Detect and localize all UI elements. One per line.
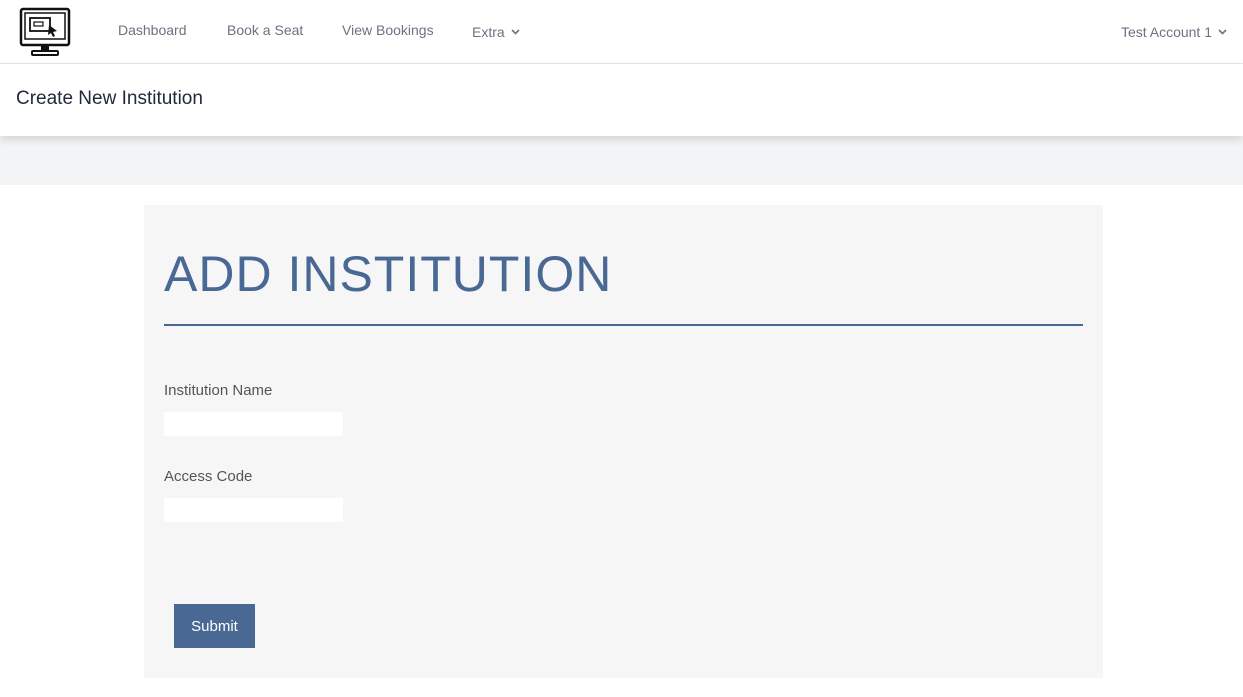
title-divider [164,324,1083,326]
add-institution-form: ADD INSTITUTION Institution Name Access … [144,205,1103,678]
form-title: ADD INSTITUTION [164,246,613,302]
account-menu[interactable]: Test Account 1 [1121,22,1227,40]
chevron-down-icon [511,22,520,38]
monitor-logo-icon[interactable] [19,7,71,57]
account-name: Test Account 1 [1120,24,1212,40]
nav-link-dashboard[interactable]: Dashboard [118,22,187,38]
header-band [0,136,1243,185]
page-header: Create New Institution [0,64,1243,136]
chevron-down-icon [1218,22,1227,38]
institution-name-label: Institution Name [164,382,273,399]
top-navbar: Dashboard Book a Seat View Bookings Extr… [0,0,1243,64]
institution-name-input[interactable] [164,412,343,436]
access-code-input[interactable] [164,498,343,522]
nav-link-view-bookings[interactable]: View Bookings [342,22,434,38]
nav-dropdown-extra[interactable]: Extra [472,22,520,40]
nav-dropdown-extra-label: Extra [472,24,505,40]
access-code-label: Access Code [164,468,253,485]
nav-link-book-a-seat[interactable]: Book a Seat [227,22,303,38]
page-title: Create New Institution [16,88,203,109]
submit-button[interactable]: Submit [174,604,255,648]
